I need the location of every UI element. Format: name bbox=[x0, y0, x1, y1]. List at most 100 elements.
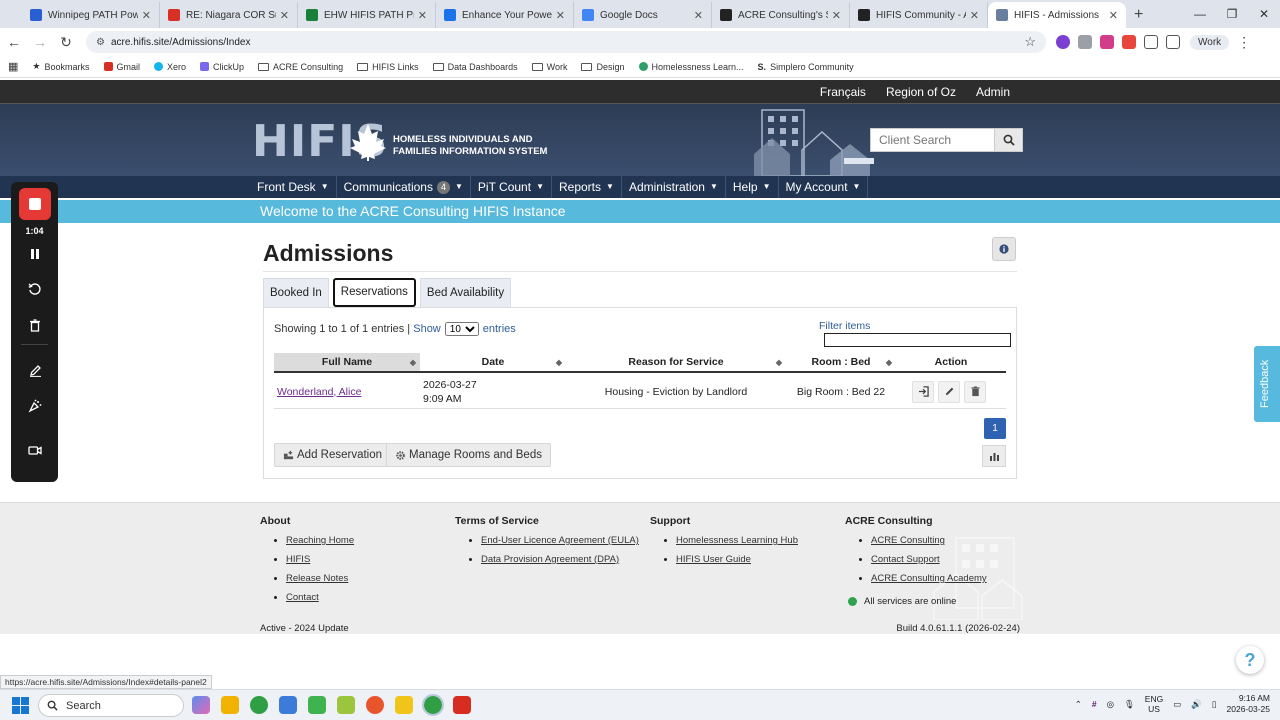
forward-icon[interactable]: → bbox=[28, 34, 52, 50]
bookmark-folder[interactable]: Work bbox=[531, 62, 567, 72]
browser-tab[interactable]: Winnipeg PATH Power BI ✕ bbox=[22, 2, 160, 28]
help-icon[interactable]: ? bbox=[1236, 646, 1264, 674]
tab-close-icon[interactable]: ✕ bbox=[694, 9, 703, 22]
stop-recording-button[interactable] bbox=[19, 188, 51, 220]
slack-icon[interactable]: # bbox=[1092, 699, 1097, 709]
bookmark-folder[interactable]: Data Dashboards bbox=[432, 62, 518, 72]
footer-link[interactable]: Reaching Home bbox=[286, 535, 354, 546]
extension-icon[interactable] bbox=[1056, 35, 1070, 49]
tab-close-icon[interactable]: ✕ bbox=[832, 9, 841, 22]
profile-button[interactable]: Work bbox=[1190, 34, 1230, 50]
effects-icon[interactable] bbox=[25, 396, 45, 416]
admin-link[interactable]: Admin bbox=[966, 80, 1020, 104]
footer-link[interactable]: Data Provision Agreement (DPA) bbox=[481, 554, 619, 565]
report-button[interactable] bbox=[982, 445, 1006, 467]
display-icon[interactable]: ▭ bbox=[1173, 699, 1181, 710]
search-button[interactable] bbox=[995, 128, 1023, 152]
app-icon[interactable] bbox=[308, 696, 326, 714]
footer-link[interactable]: HIFIS User Guide bbox=[676, 554, 751, 565]
footer-link[interactable]: ACRE Consulting bbox=[871, 535, 945, 546]
add-reservation-button[interactable]: Add Reservation bbox=[274, 443, 392, 467]
footer-link[interactable]: Contact Support bbox=[871, 554, 940, 565]
bookmark-star-icon[interactable]: ☆ bbox=[1024, 34, 1036, 50]
tab-close-icon[interactable]: ✕ bbox=[556, 9, 565, 22]
restart-icon[interactable] bbox=[25, 279, 45, 299]
defender-icon[interactable] bbox=[279, 696, 297, 714]
nav-front-desk[interactable]: Front Desk ▼ bbox=[250, 176, 337, 198]
pause-icon[interactable] bbox=[25, 244, 45, 264]
pagination-page[interactable]: 1 bbox=[984, 418, 1006, 439]
bookmark-item[interactable]: Homelessness Learn... bbox=[638, 62, 744, 72]
browser-tab[interactable]: Google Docs ✕ bbox=[574, 2, 712, 28]
bookmark-item[interactable]: Xero bbox=[154, 62, 186, 72]
browser-tab[interactable]: EHW HIFIS PATH Prioritiz... ✕ bbox=[298, 2, 436, 28]
tab-close-icon[interactable]: ✕ bbox=[418, 9, 427, 22]
trash-icon[interactable] bbox=[25, 315, 45, 335]
minimize-icon[interactable]: — bbox=[1184, 0, 1216, 28]
client-name-link[interactable]: Wonderland, Alice bbox=[277, 386, 361, 398]
puzzle-icon[interactable] bbox=[1144, 35, 1158, 49]
footer-link[interactable]: End-User Licence Agreement (EULA) bbox=[481, 535, 639, 546]
column-reason[interactable]: Reason for Service ◆ bbox=[566, 353, 786, 371]
tab-booked-in[interactable]: Booked In bbox=[263, 278, 329, 307]
column-room-bed[interactable]: Room : Bed ◆ bbox=[786, 353, 896, 371]
battery-icon[interactable]: ▯ bbox=[1212, 699, 1217, 710]
bookmark-item[interactable]: S. Simplero Community bbox=[758, 62, 854, 72]
check-in-button[interactable] bbox=[912, 380, 934, 403]
tab-close-icon[interactable]: ✕ bbox=[1109, 9, 1118, 22]
region-link[interactable]: Region of Oz bbox=[876, 80, 966, 104]
windows-start-icon[interactable] bbox=[12, 697, 29, 714]
bookmark-folder[interactable]: HIFIS Links bbox=[357, 62, 419, 72]
page-size-select[interactable]: 10 bbox=[444, 322, 479, 336]
footer-link[interactable]: Homelessness Learning Hub bbox=[676, 535, 798, 546]
bookmark-item[interactable]: ★ Bookmarks bbox=[32, 61, 89, 72]
taskbar-search[interactable]: Search bbox=[38, 694, 184, 717]
footer-link[interactable]: Contact bbox=[286, 592, 319, 603]
manage-rooms-button[interactable]: Manage Rooms and Beds bbox=[386, 443, 551, 467]
site-info-icon[interactable]: ⚙ bbox=[96, 37, 105, 48]
volume-icon[interactable]: 🔊 bbox=[1191, 699, 1202, 710]
new-tab-icon[interactable]: + bbox=[1134, 2, 1143, 28]
camera-icon[interactable] bbox=[25, 440, 45, 460]
nav-communications[interactable]: Communications 4 ▼ bbox=[337, 176, 471, 198]
browser-tab[interactable]: Enhance Your Power BI Re... ✕ bbox=[436, 2, 574, 28]
edit-button[interactable] bbox=[938, 380, 960, 403]
browser-tab[interactable]: ACRE Consulting's Simple... ✕ bbox=[712, 2, 850, 28]
tab-close-icon[interactable]: ✕ bbox=[280, 9, 289, 22]
opera-icon[interactable] bbox=[366, 696, 384, 714]
bookmark-folder[interactable]: ACRE Consulting bbox=[258, 62, 343, 72]
footer-link[interactable]: Release Notes bbox=[286, 573, 348, 584]
browser-tab[interactable]: HIFIS Community - ACRE... ✕ bbox=[850, 2, 988, 28]
app-icon[interactable] bbox=[337, 696, 355, 714]
feedback-tab[interactable]: Feedback bbox=[1254, 346, 1280, 422]
extension-icon[interactable] bbox=[1100, 35, 1114, 49]
close-window-icon[interactable]: ✕ bbox=[1248, 0, 1280, 28]
browser-tab[interactable]: RE: Niagara COR Support ✕ bbox=[160, 2, 298, 28]
reload-icon[interactable]: ↻ bbox=[54, 34, 78, 51]
sidepanel-icon[interactable] bbox=[1166, 35, 1180, 49]
extension-icon[interactable] bbox=[1078, 35, 1092, 49]
browser-tab-active[interactable]: HIFIS - Admissions ✕ bbox=[988, 2, 1126, 28]
browser-menu-icon[interactable]: ⋮ bbox=[1237, 34, 1251, 51]
apps-grid-icon[interactable]: ▦ bbox=[8, 60, 18, 73]
footer-link[interactable]: HIFIS bbox=[286, 554, 310, 565]
acrobat-icon[interactable] bbox=[453, 696, 471, 714]
show-hidden-icons-icon[interactable]: ⌃ bbox=[1075, 699, 1082, 710]
chrome-work-icon[interactable] bbox=[422, 694, 444, 716]
extension-icon[interactable] bbox=[1122, 35, 1136, 49]
url-field[interactable]: ⚙ acre.hifis.site/Admissions/Index ☆ bbox=[86, 31, 1046, 53]
filter-input[interactable] bbox=[824, 333, 1011, 347]
tab-reservations[interactable]: Reservations bbox=[332, 278, 416, 307]
bookmark-folder[interactable]: Design bbox=[581, 62, 625, 72]
maximize-icon[interactable]: ❐ bbox=[1216, 0, 1248, 28]
back-icon[interactable]: ← bbox=[2, 34, 26, 50]
language-indicator[interactable]: ENG US bbox=[1145, 694, 1163, 714]
client-search-input[interactable] bbox=[870, 128, 995, 152]
tab-close-icon[interactable]: ✕ bbox=[142, 9, 151, 22]
microphone-icon[interactable]: 🎙 bbox=[1124, 699, 1135, 710]
clock[interactable]: 9:16 AM 2026-03-25 bbox=[1227, 693, 1270, 715]
power-bi-icon[interactable] bbox=[395, 696, 413, 714]
bookmark-item[interactable]: Gmail bbox=[103, 62, 140, 72]
tab-close-icon[interactable]: ✕ bbox=[970, 9, 979, 22]
delete-button[interactable] bbox=[964, 380, 986, 403]
